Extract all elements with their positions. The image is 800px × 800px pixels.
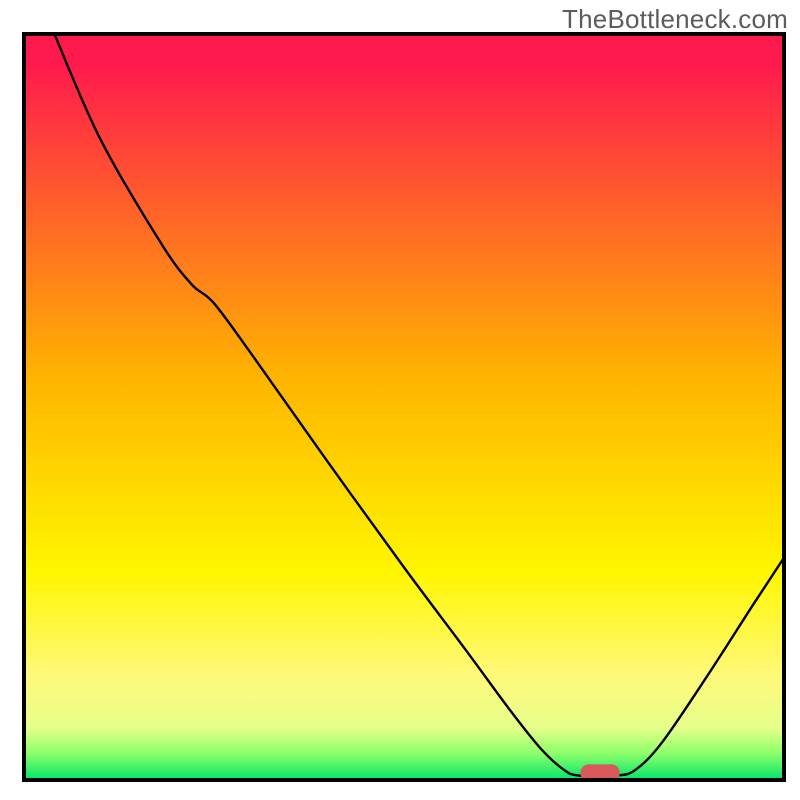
gradient-background bbox=[24, 34, 784, 780]
plot-area bbox=[24, 34, 784, 781]
chart-svg bbox=[0, 0, 800, 800]
bottleneck-chart: TheBottleneck.com bbox=[0, 0, 800, 800]
